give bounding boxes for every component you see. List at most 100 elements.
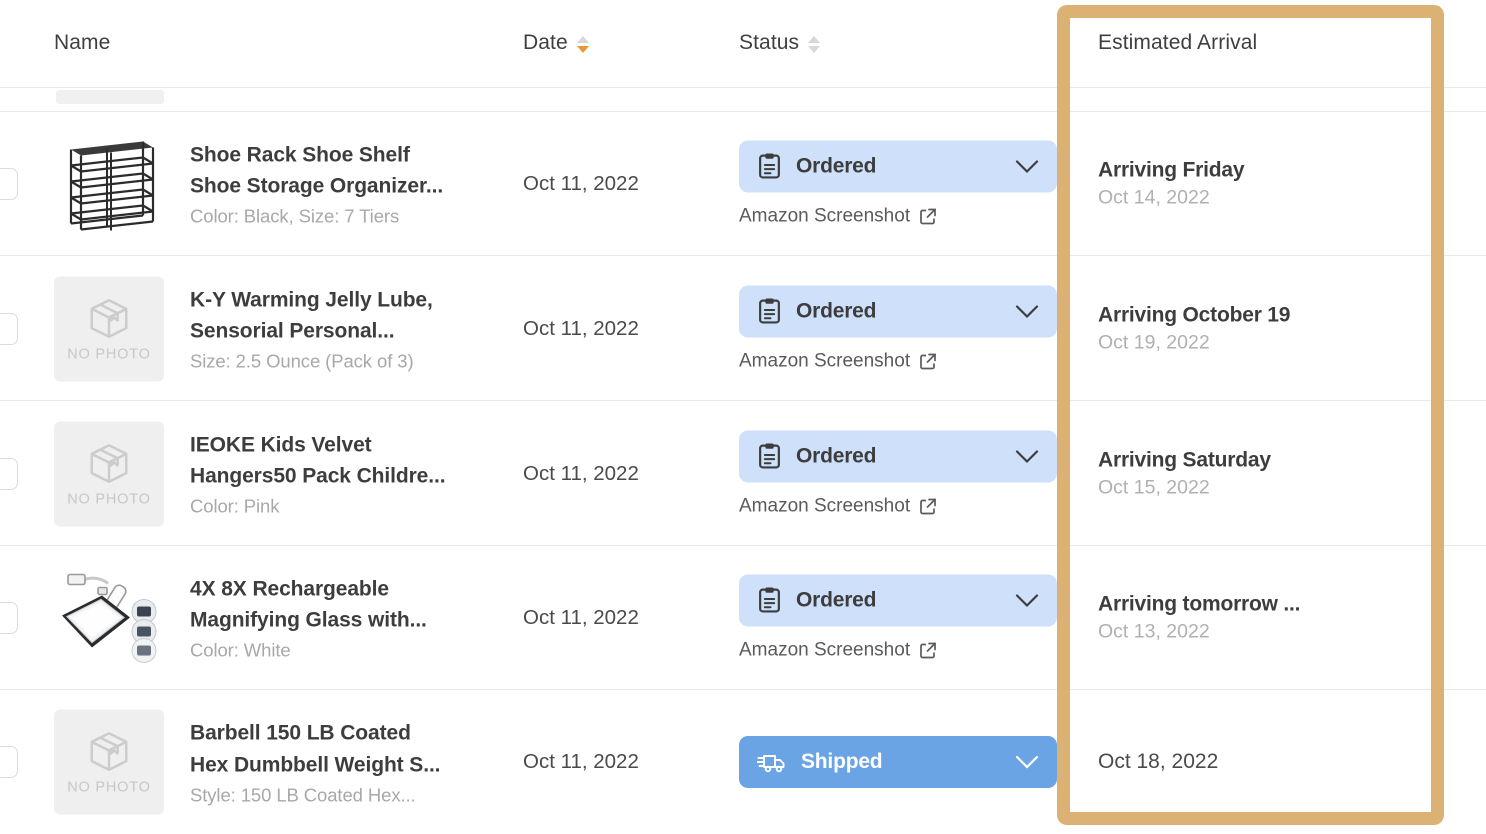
sort-toggle-status-icon[interactable] bbox=[808, 35, 821, 53]
amazon-screenshot-link[interactable]: Amazon Screenshot bbox=[739, 495, 1057, 517]
product-name-line1: Barbell 150 LB Coated bbox=[190, 721, 411, 745]
magnifying-glass-product-image bbox=[62, 573, 157, 663]
product-name-cell: Barbell 150 LB Coated Hex Dumbbell Weigh… bbox=[190, 718, 510, 807]
column-header-estimated-arrival[interactable]: Estimated Arrival bbox=[1098, 31, 1257, 55]
row-select-checkbox[interactable] bbox=[0, 167, 18, 200]
column-header-date[interactable]: Date bbox=[523, 31, 589, 55]
order-date: Oct 11, 2022 bbox=[523, 316, 639, 340]
partial-row-above bbox=[0, 89, 1486, 112]
order-date: Oct 11, 2022 bbox=[523, 461, 639, 485]
status-cell: Shipped bbox=[739, 736, 1057, 788]
product-name-line2: Hex Dumbbell Weight S... bbox=[190, 753, 441, 777]
no-photo-label: NO PHOTO bbox=[67, 779, 151, 796]
product-thumbnail: NO PHOTO bbox=[54, 421, 164, 526]
clipboard-icon bbox=[759, 587, 780, 613]
row-select-checkbox[interactable] bbox=[0, 601, 18, 634]
product-thumbnail bbox=[54, 131, 164, 236]
status-badge-shipped[interactable]: Shipped bbox=[739, 736, 1057, 788]
product-name-line2: Sensorial Personal... bbox=[190, 320, 395, 343]
no-photo-label: NO PHOTO bbox=[67, 491, 151, 507]
chevron-down-icon[interactable] bbox=[1015, 593, 1039, 607]
row-select-checkbox[interactable] bbox=[0, 312, 18, 345]
shoe-rack-product-image bbox=[69, 141, 155, 231]
product-name-cell: IEOKE Kids Velvet Hangers50 Pack Childre… bbox=[190, 429, 510, 518]
product-variant: Color: Black, Size: 7 Tiers bbox=[190, 205, 400, 227]
external-link-icon bbox=[920, 642, 936, 658]
truck-icon bbox=[757, 755, 785, 773]
table-header-row: Name Date Status Estimated Arrival bbox=[0, 0, 1486, 88]
status-badge-label: Ordered bbox=[796, 588, 877, 611]
chevron-down-icon[interactable] bbox=[1015, 449, 1039, 463]
clipboard-icon bbox=[759, 443, 780, 469]
product-name-line1: 4X 8X Rechargeable bbox=[190, 577, 389, 601]
status-badge-label: Shipped bbox=[801, 750, 883, 773]
column-header-name[interactable]: Name bbox=[54, 31, 110, 55]
product-name-line2: Magnifying Glass with... bbox=[190, 609, 427, 632]
chevron-down-icon[interactable] bbox=[1015, 304, 1039, 318]
estimated-arrival-cell: Arriving Friday Oct 14, 2022 bbox=[1098, 158, 1418, 209]
package-box-icon bbox=[90, 443, 128, 483]
status-badge-label: Ordered bbox=[796, 444, 877, 467]
column-header-date-label: Date bbox=[523, 31, 568, 54]
estimated-arrival-title: Arriving October 19 bbox=[1098, 303, 1291, 326]
amazon-screenshot-label: Amazon Screenshot bbox=[739, 639, 911, 660]
product-name-line2: Hangers50 Pack Childre... bbox=[190, 465, 446, 488]
product-name-line1: K-Y Warming Jelly Lube, bbox=[190, 288, 433, 312]
amazon-screenshot-label: Amazon Screenshot bbox=[739, 495, 911, 516]
table-row[interactable]: Shoe Rack Shoe Shelf Shoe Storage Organi… bbox=[0, 112, 1486, 256]
product-thumbnail bbox=[54, 565, 164, 670]
status-badge-label: Ordered bbox=[796, 299, 877, 322]
column-header-name-label: Name bbox=[54, 31, 111, 54]
status-cell: Ordered Amazon Screenshot bbox=[739, 574, 1057, 661]
product-thumbnail: NO PHOTO bbox=[54, 276, 164, 381]
status-badge-ordered[interactable]: Ordered bbox=[739, 430, 1057, 482]
row-select-checkbox[interactable] bbox=[0, 746, 18, 778]
sort-descending-arrow-icon bbox=[808, 45, 821, 53]
estimated-arrival-cell: Oct 18, 2022 bbox=[1098, 750, 1418, 774]
estimated-arrival-date: Oct 13, 2022 bbox=[1098, 620, 1210, 642]
table-row[interactable]: 4X 8X Rechargeable Magnifying Glass with… bbox=[0, 546, 1486, 690]
status-cell: Ordered Amazon Screenshot bbox=[739, 430, 1057, 517]
table-row[interactable]: NO PHOTO IEOKE Kids Velvet Hangers50 Pac… bbox=[0, 402, 1486, 546]
status-badge-ordered[interactable]: Ordered bbox=[739, 285, 1057, 337]
table-row[interactable]: NO PHOTO Barbell 150 LB Coated Hex Dumbb… bbox=[0, 690, 1486, 834]
status-cell: Ordered Amazon Screenshot bbox=[739, 285, 1057, 372]
amazon-screenshot-link[interactable]: Amazon Screenshot bbox=[739, 639, 1057, 661]
chevron-down-icon[interactable] bbox=[1015, 159, 1039, 173]
status-badge-label: Ordered bbox=[796, 154, 877, 177]
status-badge-ordered[interactable]: Ordered bbox=[739, 574, 1057, 626]
sort-ascending-arrow-icon bbox=[576, 35, 589, 43]
product-variant: Size: 2.5 Ounce (Pack of 3) bbox=[190, 350, 414, 372]
status-badge-ordered[interactable]: Ordered bbox=[739, 140, 1057, 192]
chevron-down-icon[interactable] bbox=[1015, 755, 1039, 769]
amazon-screenshot-link[interactable]: Amazon Screenshot bbox=[739, 350, 1057, 372]
sort-ascending-arrow-icon bbox=[808, 35, 821, 43]
no-photo-placeholder: NO PHOTO bbox=[54, 421, 164, 526]
no-photo-placeholder: NO PHOTO bbox=[54, 709, 164, 815]
no-photo-placeholder: NO PHOTO bbox=[54, 276, 164, 381]
sort-toggle-date-icon[interactable] bbox=[576, 35, 589, 53]
product-name-cell: K-Y Warming Jelly Lube, Sensorial Person… bbox=[190, 284, 510, 373]
row-select-checkbox[interactable] bbox=[0, 457, 18, 490]
table-row[interactable]: NO PHOTO K-Y Warming Jelly Lube, Sensori… bbox=[0, 257, 1486, 401]
estimated-arrival-date: Oct 18, 2022 bbox=[1098, 750, 1219, 773]
amazon-screenshot-link[interactable]: Amazon Screenshot bbox=[739, 205, 1057, 227]
estimated-arrival-cell: Arriving tomorrow ... Oct 13, 2022 bbox=[1098, 592, 1418, 643]
order-date: Oct 11, 2022 bbox=[523, 171, 639, 195]
product-name-cell: Shoe Rack Shoe Shelf Shoe Storage Organi… bbox=[190, 139, 510, 228]
column-header-status[interactable]: Status bbox=[739, 31, 821, 55]
column-header-status-label: Status bbox=[739, 31, 800, 54]
order-date: Oct 11, 2022 bbox=[523, 605, 639, 629]
estimated-arrival-title: Arriving tomorrow ... bbox=[1098, 592, 1301, 615]
product-name-line1: IEOKE Kids Velvet bbox=[190, 433, 372, 457]
estimated-arrival-date: Oct 19, 2022 bbox=[1098, 331, 1210, 353]
package-box-icon bbox=[90, 298, 128, 338]
clipboard-icon bbox=[759, 153, 780, 179]
column-header-estimated-arrival-label: Estimated Arrival bbox=[1098, 31, 1258, 54]
product-name-line1: Shoe Rack Shoe Shelf bbox=[190, 143, 410, 167]
orders-table: Name Date Status Estimated Arrival Shoe … bbox=[0, 0, 1486, 834]
amazon-screenshot-label: Amazon Screenshot bbox=[739, 205, 911, 226]
order-date: Oct 11, 2022 bbox=[523, 750, 639, 773]
estimated-arrival-title: Arriving Saturday bbox=[1098, 448, 1271, 471]
package-box-icon bbox=[90, 732, 128, 771]
